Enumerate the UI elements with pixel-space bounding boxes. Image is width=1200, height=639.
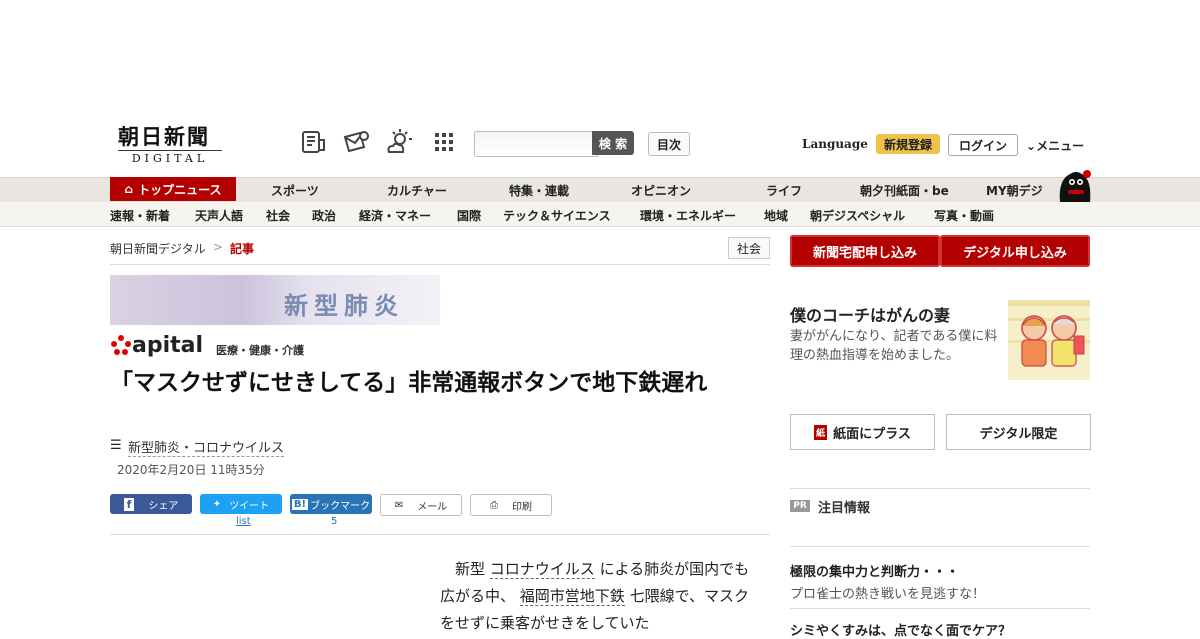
facebook-share-button[interactable]: f シェア [110,494,192,514]
divider [790,488,1090,489]
article-date: 2020年2月20日 11時35分 [117,463,265,477]
subscribe-digital-button[interactable]: デジタル申し込み [940,235,1090,267]
nav2-international[interactable]: 国際 [457,207,481,224]
promo-text: 妻ががんになり、記者である僕に料理の熱血指導を始めました。 [790,329,998,363]
apital-subtitle: 医療・健康・介護 [216,344,304,357]
facebook-icon: f [123,497,135,511]
menu-button[interactable]: ⌄メニュー [1026,137,1084,154]
section-badge[interactable]: 社会 [728,237,770,259]
hatena-bookmark-button[interactable]: B! ブックマーク [290,494,372,514]
twitter-icon: ✦ [212,498,222,510]
grid-icon[interactable] [430,128,458,156]
register-button[interactable]: 新規登録 [876,134,940,154]
print-button[interactable]: ⎙ 印刷 [470,494,552,516]
nav-sports[interactable]: スポーツ [271,182,319,199]
site-logo[interactable]: 朝日新聞 DIGITAL [118,126,230,166]
promo-title[interactable]: 僕のコーチはがんの妻 [790,302,950,326]
nav2-politics[interactable]: 政治 [312,207,336,224]
mail-share-label: メール [417,501,448,513]
nav2-tensei[interactable]: 天声人語 [195,207,243,224]
paper-plus-icon: 紙 [814,424,828,440]
list-icon: ☰ [110,438,122,453]
nav2-society[interactable]: 社会 [266,207,290,224]
divider [110,264,770,265]
menu-label: メニュー [1036,139,1085,153]
envelope-icon: ✉ [394,499,404,511]
search-button[interactable]: 検 索 [592,131,634,155]
login-button[interactable]: ログイン [948,134,1018,156]
paper-plus-label: 紙面にプラス [833,426,911,442]
mascot-icon [1059,170,1091,202]
divider [790,608,1090,609]
pr-item-text[interactable]: プロ雀士の熱き戦いを見逃すな！ [790,583,985,602]
home-icon: ⌂ [124,182,134,196]
pr-badge: PR [790,500,810,512]
printer-icon: ⎙ [490,499,498,511]
logo-sub: DIGITAL [118,150,222,165]
twitter-share-button[interactable]: ✦ ツイート [200,494,282,514]
body-text: 新型 [455,560,490,578]
divider [110,534,770,535]
nav-opinion[interactable]: オピニオン [631,182,691,199]
index-button[interactable]: 目次 [648,132,690,156]
article-body: 新型 コロナウイルス による肺炎が国内でも広がる中、 福岡市営地下鉄 七隈線で、… [440,556,750,637]
nav-life[interactable]: ライフ [766,182,802,199]
nav2-region[interactable]: 地域 [764,207,788,224]
logo-main: 朝日新聞 [118,124,210,149]
print-label: 印刷 [512,501,532,513]
mail-icon[interactable] [342,128,370,156]
mail-share-button[interactable]: ✉ メール [380,494,462,516]
breadcrumb-separator: > [213,240,224,254]
apital-logo-text: apital [132,333,204,358]
promo-illustration[interactable] [1008,300,1090,380]
nav-top-news[interactable]: ⌂ トップニュース [110,177,236,201]
nav-my-asadigi[interactable]: MY朝デジ [986,182,1043,199]
nav2-breaking[interactable]: 速報・新着 [110,207,170,224]
subscribe-paper-button[interactable]: 新聞宅配申し込み [790,235,940,267]
breadcrumb-current: 記事 [230,242,255,256]
pr-item-title[interactable]: 極限の集中力と判断力・・・ [790,561,959,580]
twitter-share-label: ツイート [229,500,270,512]
hatena-bookmark-label: ブックマーク [310,500,371,512]
nav-features[interactable]: 特集・連載 [509,182,569,199]
nav2-special[interactable]: 朝デジスペシャル [810,207,905,224]
nav2-photo-video[interactable]: 写真・動画 [934,207,994,224]
link-fukuoka-subway[interactable]: 福岡市営地下鉄 [519,587,625,606]
nav-culture[interactable]: カルチャー [387,182,447,199]
facebook-share-label: シェア [148,500,179,512]
search-input[interactable] [474,131,598,157]
article-tag[interactable]: 新型肺炎・コロナウイルス [128,437,285,457]
apital-logo[interactable]: apital [110,333,203,358]
twitter-count[interactable]: list [236,516,251,527]
divider [790,546,1090,547]
language-link[interactable]: Language [802,137,868,151]
hatena-count[interactable]: 5 [331,516,337,527]
digital-only-button[interactable]: デジタル限定 [946,414,1091,450]
nav2-tech[interactable]: テック＆サイエンス [503,207,611,224]
pr-section-title: 注目情報 [818,501,871,516]
newspaper-icon[interactable] [300,128,328,156]
nav2-economy[interactable]: 経済・マネー [359,207,431,224]
topic-banner-text: 新型肺炎 [284,292,404,320]
hatena-icon: B! [291,498,309,510]
nav-paper-edition[interactable]: 朝夕刊紙面・be [860,182,949,199]
breadcrumb-home[interactable]: 朝日新聞デジタル [110,240,206,257]
link-coronavirus[interactable]: コロナウイルス [489,560,595,579]
chevron-down-icon: ⌄ [1026,139,1037,153]
weather-icon[interactable] [385,128,413,156]
paper-plus-button[interactable]: 紙紙面にプラス [790,414,935,450]
apital-flower-icon [111,335,131,355]
article-headline: 「マスクせずにせきしてる」非常通報ボタンで地下鉄遅れ [110,370,708,396]
nav2-environment[interactable]: 環境・エネルギー [640,207,736,224]
nav-top-news-label: トップニュース [138,182,222,197]
